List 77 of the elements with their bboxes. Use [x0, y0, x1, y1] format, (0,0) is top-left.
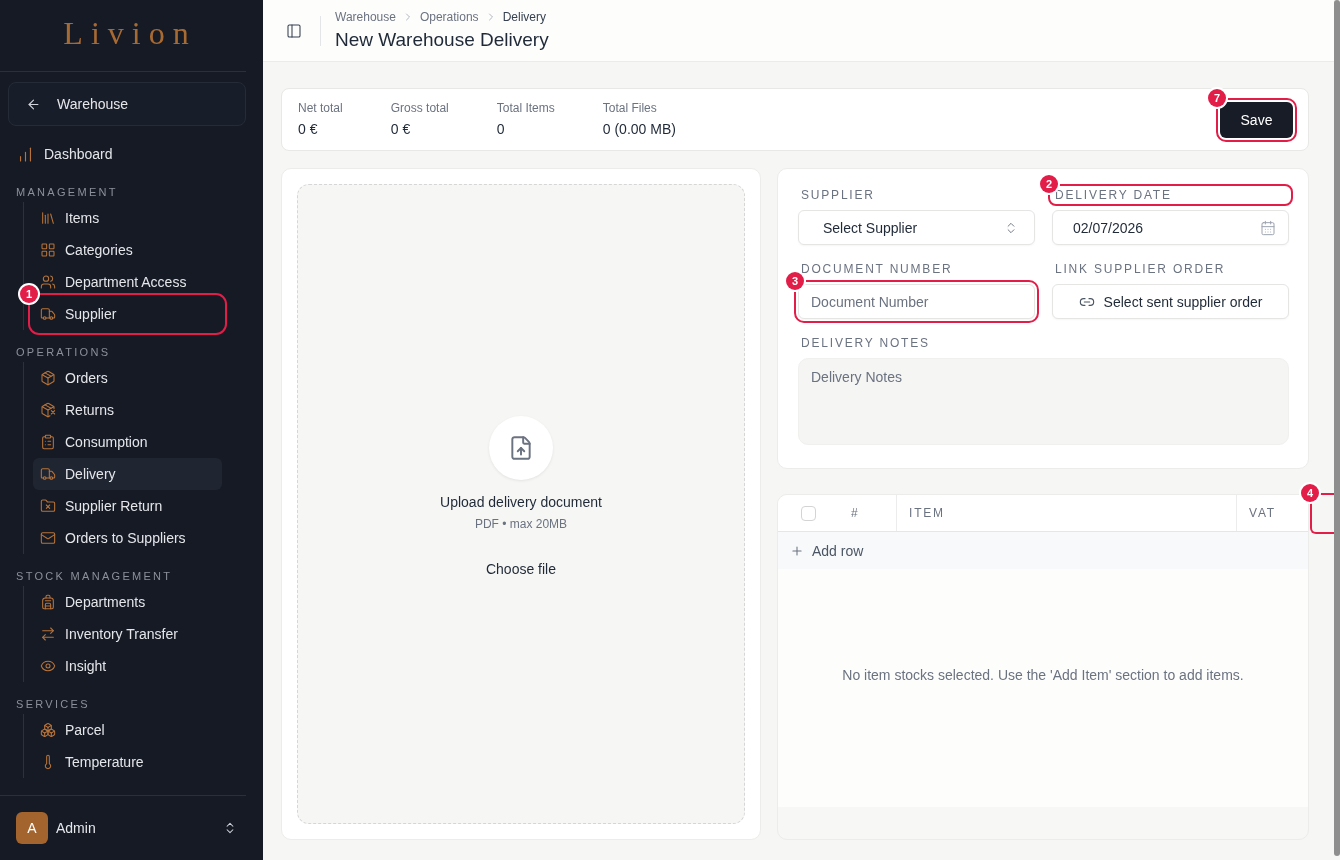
stat-label: Total Items	[496, 101, 555, 115]
drop-zone[interactable]: Upload delivery document PDF • max 20MB Choose file	[297, 184, 745, 824]
callout-number: 1	[20, 285, 38, 303]
column-header: ITEM	[897, 495, 1237, 531]
boxes-icon	[40, 722, 56, 738]
sidebar-toggle-icon[interactable]	[286, 22, 302, 39]
notes-field[interactable]: Delivery Notes	[798, 358, 1289, 445]
truck-icon	[40, 306, 56, 322]
callout-number: 7	[1208, 88, 1226, 107]
arrow-left-icon	[26, 96, 41, 112]
breadcrumb-link[interactable]: Warehouse	[335, 10, 396, 24]
sidebar-item[interactable]: Supplier Return	[33, 490, 222, 522]
select-all-checkbox[interactable]	[801, 505, 816, 521]
add-row-button[interactable]: Add row	[790, 542, 864, 559]
eye-icon	[40, 658, 56, 674]
field-label: DELIVERY NOTES	[800, 336, 931, 350]
sidebar-item[interactable]: Inventory Transfer	[33, 618, 222, 650]
logo: Livion	[0, 0, 246, 72]
stat-value: 0 (0.00 MB)	[602, 121, 676, 138]
stat-value: 0 €	[390, 121, 412, 138]
sidebar-item[interactable]: Dashboard	[10, 138, 210, 170]
sidebar-item[interactable]: Consumption	[33, 426, 222, 458]
user-avatar[interactable]: A	[16, 812, 48, 844]
sidebar-item[interactable]: Orders	[33, 362, 222, 394]
stat-value: 0	[496, 121, 506, 138]
column-header: VAT	[1248, 505, 1277, 522]
stat-label: Total Files	[602, 101, 658, 115]
package-icon	[40, 370, 56, 386]
swap-arrows-icon	[40, 626, 56, 642]
sidebar-item[interactable]: Orders to Suppliers	[33, 522, 222, 554]
sidebar-item[interactable]: Delivery	[33, 458, 222, 490]
back-button[interactable]: Warehouse	[8, 82, 246, 126]
file-upload-icon	[489, 415, 553, 480]
sidebar-item[interactable]: Insight	[33, 650, 222, 682]
section-title: STOCK MANAGEMENT	[16, 569, 174, 583]
section-title: OPERATIONS	[16, 345, 112, 359]
choose-file-button[interactable]: Choose file	[475, 552, 566, 585]
upload-hint: PDF • max 20MB	[474, 516, 568, 531]
sidebar-item[interactable]: Categories	[33, 234, 222, 266]
sidebar-item[interactable]: Departments	[33, 586, 222, 618]
page-title: New Warehouse Delivery	[335, 29, 549, 51]
callout-number: 3	[786, 272, 804, 290]
breadcrumb-link[interactable]: Delivery	[502, 10, 546, 24]
field-label: LINK SUPPLIER ORDER	[1054, 262, 1227, 276]
users-icon	[40, 274, 56, 290]
date-field[interactable]: 02/07/2026	[1052, 210, 1289, 245]
grid-icon	[40, 242, 56, 258]
link-order-button[interactable]: Select sent supplier order	[1052, 284, 1289, 319]
plus-icon	[790, 543, 804, 558]
empty-state-message: No item stocks selected. Use the 'Add Item' section to add items.	[842, 667, 1244, 683]
column-header: #	[831, 495, 897, 531]
stat-value: 0 €	[298, 121, 319, 138]
section-title: MANAGEMENT	[16, 185, 119, 199]
stat-label: Net total	[298, 101, 343, 115]
clipboard-icon	[40, 434, 56, 450]
sidebar-item[interactable]: Items	[33, 202, 222, 234]
folder-icon	[40, 498, 56, 514]
callout-number: 2	[1040, 175, 1058, 193]
callout-number: 4	[1301, 484, 1319, 502]
scrollbar-thumb[interactable]	[1334, 0, 1340, 856]
package-x-icon	[40, 402, 56, 418]
books-icon	[40, 210, 56, 226]
supplier-select[interactable]: Select Supplier	[798, 210, 1035, 245]
truck-icon	[40, 466, 56, 482]
envelope-icon	[40, 530, 56, 546]
field-label: SUPPLIER	[800, 188, 876, 202]
stat-label: Gross total	[390, 101, 449, 115]
sidebar-item[interactable]: Temperature	[33, 746, 222, 778]
sidebar-item[interactable]: Returns	[33, 394, 222, 426]
upload-title: Upload delivery document	[440, 493, 602, 511]
bar-chart-icon	[17, 145, 34, 163]
calendar-icon[interactable]	[1260, 219, 1276, 236]
sidebar-item[interactable]: Parcel	[33, 714, 222, 746]
backpack-icon	[40, 594, 56, 610]
section-title: SERVICES	[16, 697, 91, 711]
breadcrumb-link[interactable]: Operations	[419, 10, 479, 24]
user-name: Admin	[56, 820, 97, 836]
